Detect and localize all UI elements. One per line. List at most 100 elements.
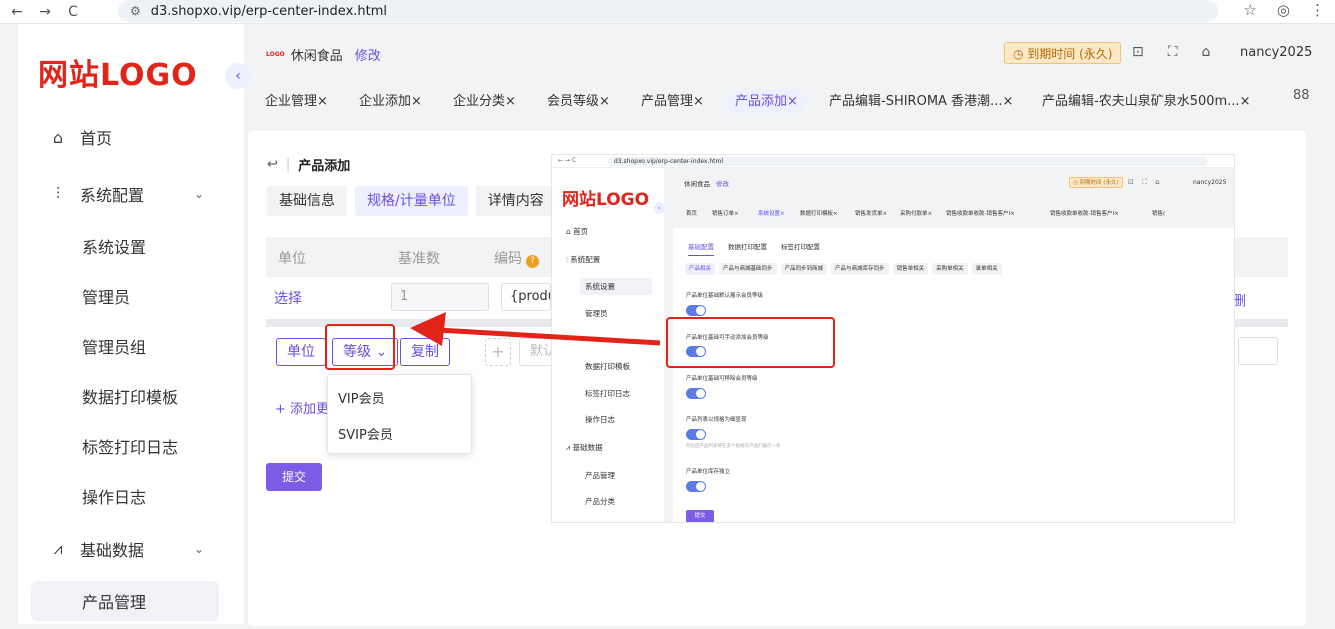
- forward-arrow-icon[interactable]: →: [34, 1, 56, 23]
- store-info: LOGO 休闲食品 修改: [266, 45, 381, 64]
- code-input[interactable]: {product: [501, 283, 551, 311]
- add-plus-icon[interactable]: +: [485, 338, 511, 366]
- subtab-spec-unit[interactable]: 规格/计量单位: [355, 186, 468, 216]
- home-icon: ⌂: [52, 127, 64, 147]
- sidebar-item-admins[interactable]: 管理员: [18, 276, 244, 316]
- sidebar-item-label: 基础数据: [80, 541, 145, 560]
- tab-member-level[interactable]: 会员等级×: [547, 90, 610, 114]
- sidebar-item-label: 系统配置: [80, 186, 145, 205]
- inset-logo: 网站LOGO: [562, 190, 650, 210]
- page-title: 产品添加: [298, 159, 351, 174]
- inset-sub-print-templates: 数据打印模板: [585, 362, 630, 371]
- inset-chip: 产品同步到商城: [780, 263, 828, 275]
- right-field[interactable]: [1238, 337, 1278, 365]
- inset-chip: 录单相关: [971, 263, 1002, 275]
- sidebar-item-base-data[interactable]: ⩘ 基础数据 ⌄: [18, 529, 244, 569]
- inset-tab: 系统设置×: [756, 209, 787, 217]
- dropdown-item-vip[interactable]: VIP会员: [338, 388, 385, 407]
- sidebar-item-print-templates[interactable]: 数据打印模板: [18, 376, 244, 416]
- expire-badge: ◷ 到期时间 (永久): [1004, 42, 1122, 64]
- site-settings-icon[interactable]: ⚙: [130, 4, 141, 18]
- home-icon[interactable]: ⌂: [1202, 44, 1211, 60]
- inset-submit: 提交: [686, 510, 714, 522]
- subtab-detail-content[interactable]: 详情内容: [475, 186, 556, 216]
- inset-tab: 数据打印模板×: [800, 211, 838, 217]
- column-code-label: 编码: [494, 251, 522, 267]
- sidebar-item-operation-log[interactable]: 操作日志: [18, 476, 244, 516]
- sidebar-item-home[interactable]: ⌂ 首页: [18, 117, 244, 157]
- browser-menu-icon[interactable]: ⋮: [1310, 1, 1325, 19]
- submit-button[interactable]: 提交: [266, 463, 322, 491]
- sidebar-item-product-management[interactable]: 产品管理: [31, 581, 219, 621]
- reload-icon[interactable]: C: [62, 1, 84, 23]
- tab-company-add[interactable]: 企业添加×: [359, 90, 422, 114]
- inset-menu-base-data: ⩘ 基础数据: [566, 443, 603, 452]
- tab-product-add[interactable]: 产品添加×: [727, 90, 806, 114]
- url-text: d3.shopxo.vip/erp-center-index.html: [150, 3, 388, 19]
- inset-setting-label: 产品单位库存独立: [686, 469, 731, 475]
- inset-nav-icons: ← → C: [558, 157, 577, 164]
- inset-highlight-box: [666, 317, 835, 368]
- inset-sub-product-category: 产品分类: [585, 497, 615, 506]
- sidebar-item-label: 首页: [80, 129, 113, 148]
- inset-config-tab: 基础配置: [688, 241, 714, 256]
- inset-menu-system-config: ⫶ 系统配置: [566, 255, 601, 264]
- inset-setting-note: 开启后产品列表将在多个规格的产品们展示一条: [686, 444, 781, 449]
- inset-tab: 采购付款单×: [900, 211, 933, 217]
- inset-sub-product-management: 产品管理: [585, 471, 615, 480]
- address-bar[interactable]: ⚙ d3.shopxo.vip/erp-center-index.html: [118, 0, 1218, 22]
- inset-sub-label-log: 标签打印日志: [585, 389, 630, 398]
- base-count-input[interactable]: 1: [391, 283, 489, 311]
- tab-product-edit-shiroma[interactable]: 产品编辑-SHIROMA 香港潮...×: [829, 90, 1013, 114]
- user-name[interactable]: nancy2025: [1240, 45, 1312, 60]
- edit-store-link[interactable]: 修改: [355, 45, 381, 64]
- inset-menu-label: 首页: [573, 227, 589, 236]
- inset-config-tab: 标签打印配置: [781, 243, 820, 251]
- inset-sub-admins: 管理员: [585, 309, 608, 318]
- add-more-link[interactable]: + 添加更: [275, 398, 329, 417]
- level-dropdown: VIP会员 SVIP会员: [327, 374, 472, 454]
- inset-toggle: [686, 388, 706, 399]
- sidebar-item-admin-groups[interactable]: 管理员组: [18, 326, 244, 366]
- tab-company-management[interactable]: 企业管理×: [265, 90, 328, 114]
- help-icon[interactable]: ?: [526, 255, 539, 268]
- back-icon[interactable]: ↩: [267, 157, 278, 172]
- fullscreen-icon[interactable]: ⛶: [1168, 44, 1178, 60]
- copy-button[interactable]: 复制: [400, 338, 450, 366]
- inset-header-icons: ⊡ ⛶ ⌂: [1128, 178, 1160, 186]
- subtab-basic-info[interactable]: 基础信息: [267, 186, 347, 216]
- page-tabs: 企业管理× 企业添加× 企业分类× 会员等级× 产品管理× 产品添加× 产品编辑…: [244, 86, 1335, 118]
- column-code: 编码?: [494, 248, 539, 268]
- sidebar-item-system-settings[interactable]: 系统设置: [18, 226, 244, 266]
- inset-browser-bar: ← → C d3.shopxo.vip/erp-center-index.htm…: [552, 155, 1234, 168]
- select-unit-link[interactable]: 选择: [274, 288, 302, 308]
- inset-menu-label: 系统配置: [570, 255, 601, 264]
- inset-menu-home: ⌂ 首页: [566, 227, 589, 236]
- tab-company-category[interactable]: 企业分类×: [453, 90, 516, 114]
- inset-chips: 产品相关 产品与商城基础同步 产品同步到商城 产品与商城库存同步 销售单相关 采…: [685, 263, 1002, 275]
- inset-tab: 销售收款单收款-销售客户I×: [946, 211, 1015, 217]
- tabs-more-icon[interactable]: 88: [1293, 88, 1310, 103]
- inset-edit-link: 修改: [716, 180, 729, 188]
- bookmark-star-icon[interactable]: ☆: [1243, 1, 1256, 19]
- inset-chip: 销售单相关: [892, 263, 929, 275]
- tab-product-edit-nongfu[interactable]: 产品编辑-农夫山泉矿泉水500m...×: [1042, 90, 1250, 114]
- dropdown-item-svip[interactable]: SVIP会员: [338, 424, 393, 443]
- back-arrow-icon[interactable]: ←: [6, 1, 28, 23]
- unit-button[interactable]: 单位: [276, 338, 326, 366]
- chevron-down-icon: ⌄: [194, 187, 205, 201]
- column-unit: 单位: [278, 251, 306, 267]
- profile-icon[interactable]: ◎: [1277, 1, 1290, 19]
- store-logo-icon: LOGO: [266, 51, 285, 58]
- inset-toggle: [686, 305, 706, 316]
- document-icon[interactable]: ⊡: [1132, 44, 1144, 60]
- inset-sub-system-settings: 系统设置: [580, 278, 652, 295]
- inset-tab: 销售收款单收款-销售客户I×: [1050, 211, 1119, 217]
- site-logo[interactable]: 网站LOGO: [38, 50, 198, 94]
- top-header: LOGO 休闲食品 修改 ◷ 到期时间 (永久) ⊡ ⛶ ⌂ nancy2025: [244, 24, 1335, 80]
- browser-toolbar: ← → C ⚙ d3.shopxo.vip/erp-center-index.h…: [0, 0, 1335, 24]
- inset-chip: 采购单相关: [932, 263, 968, 275]
- tab-product-management[interactable]: 产品管理×: [641, 90, 704, 114]
- sidebar-item-system-config[interactable]: ⫶ 系统配置 ⌄: [18, 174, 244, 214]
- sidebar-item-label-print-log[interactable]: 标签打印日志: [18, 426, 244, 466]
